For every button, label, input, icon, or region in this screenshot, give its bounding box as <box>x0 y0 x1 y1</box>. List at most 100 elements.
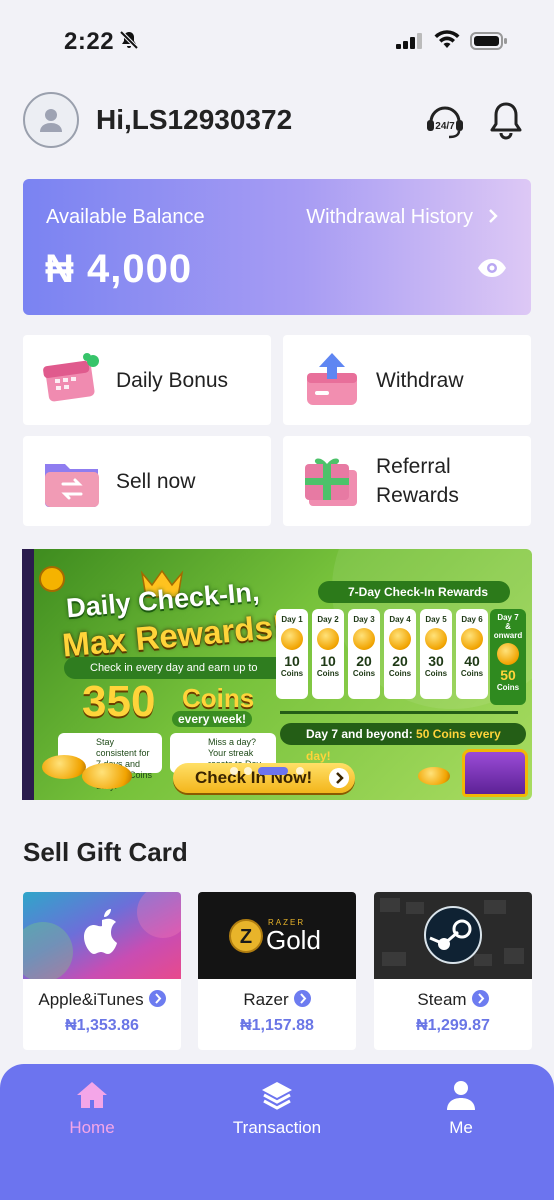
withdrawal-history-link[interactable]: Withdrawal History <box>306 206 473 229</box>
day-unit: Coins <box>388 669 412 678</box>
chevron-right-icon[interactable] <box>487 206 501 226</box>
day-coins: 10 <box>320 653 336 669</box>
tab-me[interactable]: Me <box>391 1080 531 1138</box>
wifi-icon <box>434 30 460 48</box>
chevron-right-circle-icon[interactable] <box>471 990 489 1007</box>
banner-big-number: 350 <box>82 677 156 726</box>
progress-line <box>280 711 518 714</box>
balance-label: Available Balance <box>46 206 205 228</box>
tab-transaction[interactable]: Transaction <box>207 1080 347 1138</box>
day-card: Day 4 20 Coins <box>384 609 416 699</box>
day-coins: 20 <box>392 653 408 669</box>
day-7-card: Day 7 & onward 50 Coins <box>490 609 526 705</box>
day-onward: & onward <box>493 622 523 640</box>
coin-pile-icon <box>42 755 86 779</box>
day-unit: Coins <box>496 683 520 692</box>
day-coins: 20 <box>356 653 372 669</box>
day-coins: 10 <box>284 653 300 669</box>
referral-rewards-tile[interactable]: Referral Rewards <box>283 436 531 526</box>
banner-every-week: every week! <box>172 711 253 727</box>
referral-rewards-icon <box>305 458 357 506</box>
withdraw-tile[interactable]: Withdraw <box>283 335 531 425</box>
daily-bonus-icon <box>43 353 99 402</box>
carousel-dot-active[interactable] <box>258 767 288 775</box>
gift-card-price: ₦1,157.88 <box>240 1017 314 1034</box>
cta-label: Check In Now! <box>195 768 313 787</box>
day-label: Day 5 <box>425 615 447 624</box>
treasure-chest-icon <box>462 749 528 797</box>
banner-subtitle: Check in every day and earn up to <box>64 657 296 679</box>
gift-card-price: ₦1,299.87 <box>416 1017 490 1034</box>
carousel-dot[interactable] <box>230 767 238 775</box>
day-card: Day 1 10 Coins <box>276 609 308 699</box>
gift-card-steam[interactable]: Steam ₦1,299.87 <box>374 892 532 1050</box>
gift-card-razer[interactable]: Z RAZER Gold Razer ₦1,157.88 <box>198 892 356 1050</box>
carousel-dot[interactable] <box>244 767 252 775</box>
day-label: Day 2 <box>317 615 339 624</box>
gift-card-price: ₦1,353.86 <box>65 1017 139 1034</box>
coin-icon <box>353 628 375 650</box>
day-card: Day 5 30 Coins <box>420 609 452 699</box>
balance-amount: ₦ 4,000 <box>45 247 193 291</box>
support-badge-text: 24/7 <box>435 121 455 132</box>
chevron-right-circle-icon[interactable] <box>293 990 311 1007</box>
day-unit: Coins <box>280 669 304 678</box>
banner-coins-word: Coins <box>182 683 255 713</box>
beyond-prefix: Day 7 and beyond: <box>306 727 413 741</box>
gift-card-name-text: Razer <box>243 990 289 1009</box>
day-coins: 30 <box>428 653 444 669</box>
carousel-dot[interactable] <box>296 767 304 775</box>
status-bar: 2:22 <box>0 0 554 80</box>
coin-icon <box>497 643 519 665</box>
avatar[interactable] <box>23 92 79 148</box>
day-card: Day 6 40 Coins <box>456 609 488 699</box>
withdraw-icon <box>307 353 357 405</box>
day-unit: Coins <box>424 669 448 678</box>
greeting: Hi,LS12930372 <box>96 104 293 135</box>
daily-bonus-tile[interactable]: Daily Bonus <box>23 335 271 425</box>
day-coins: 50 <box>500 667 516 683</box>
gift-card-name: Steam <box>374 990 532 1010</box>
balance-card: Available Balance Withdrawal History ₦ 4… <box>23 179 531 315</box>
apple-logo-icon <box>23 892 181 979</box>
svg-text:Z: Z <box>240 926 252 948</box>
tab-home[interactable]: Home <box>22 1080 162 1138</box>
sell-now-tile[interactable]: Sell now <box>23 436 271 526</box>
coin-icon <box>461 628 483 650</box>
razer-gold-logo-icon: Z RAZER Gold <box>198 892 356 979</box>
gift-card-name-text: Steam <box>417 990 467 1009</box>
support-24-7-icon[interactable]: 24/7 <box>424 100 466 142</box>
tile-label: Referral Rewards <box>376 455 459 507</box>
gift-card-name: Razer <box>198 990 356 1010</box>
coin-icon <box>389 628 411 650</box>
cellular-signal-icon <box>396 33 422 49</box>
day-card: Day 2 10 Coins <box>312 609 344 699</box>
coin-icon <box>317 628 339 650</box>
day-label: Day 6 <box>461 615 483 624</box>
tab-label: Me <box>449 1118 473 1137</box>
coin-icon <box>425 628 447 650</box>
eye-icon[interactable] <box>477 257 507 279</box>
tile-label: Withdraw <box>376 369 464 392</box>
day-card: Day 3 20 Coins <box>348 609 380 699</box>
day-unit: Coins <box>316 669 340 678</box>
battery-icon <box>470 32 507 50</box>
layers-icon <box>262 1082 292 1110</box>
tab-label: Home <box>69 1118 115 1137</box>
day-label: Day 4 <box>389 615 411 624</box>
check-in-banner[interactable]: Daily Check-In, Max Rewards! Check in ev… <box>22 549 532 800</box>
sell-gift-card-title: Sell Gift Card <box>23 837 188 867</box>
rewards-panel-title: 7-Day Check-In Rewards <box>318 581 510 603</box>
beyond-banner: Day 7 and beyond: 50 Coins every day! <box>280 723 526 763</box>
gift-card-name-text: Apple&iTunes <box>38 990 144 1009</box>
gift-card-apple[interactable]: Apple&iTunes ₦1,353.86 <box>23 892 181 1050</box>
day-coins: 40 <box>464 653 480 669</box>
day-unit: Coins <box>460 669 484 678</box>
day-label: Day 7 <box>497 613 519 622</box>
sell-now-icon <box>45 464 99 507</box>
status-time: 2:22 <box>64 28 115 55</box>
chevron-right-circle-icon[interactable] <box>148 990 166 1007</box>
day-label: Day 1 <box>281 615 303 624</box>
notification-bell-icon[interactable] <box>487 100 525 140</box>
coin-icon <box>281 628 303 650</box>
